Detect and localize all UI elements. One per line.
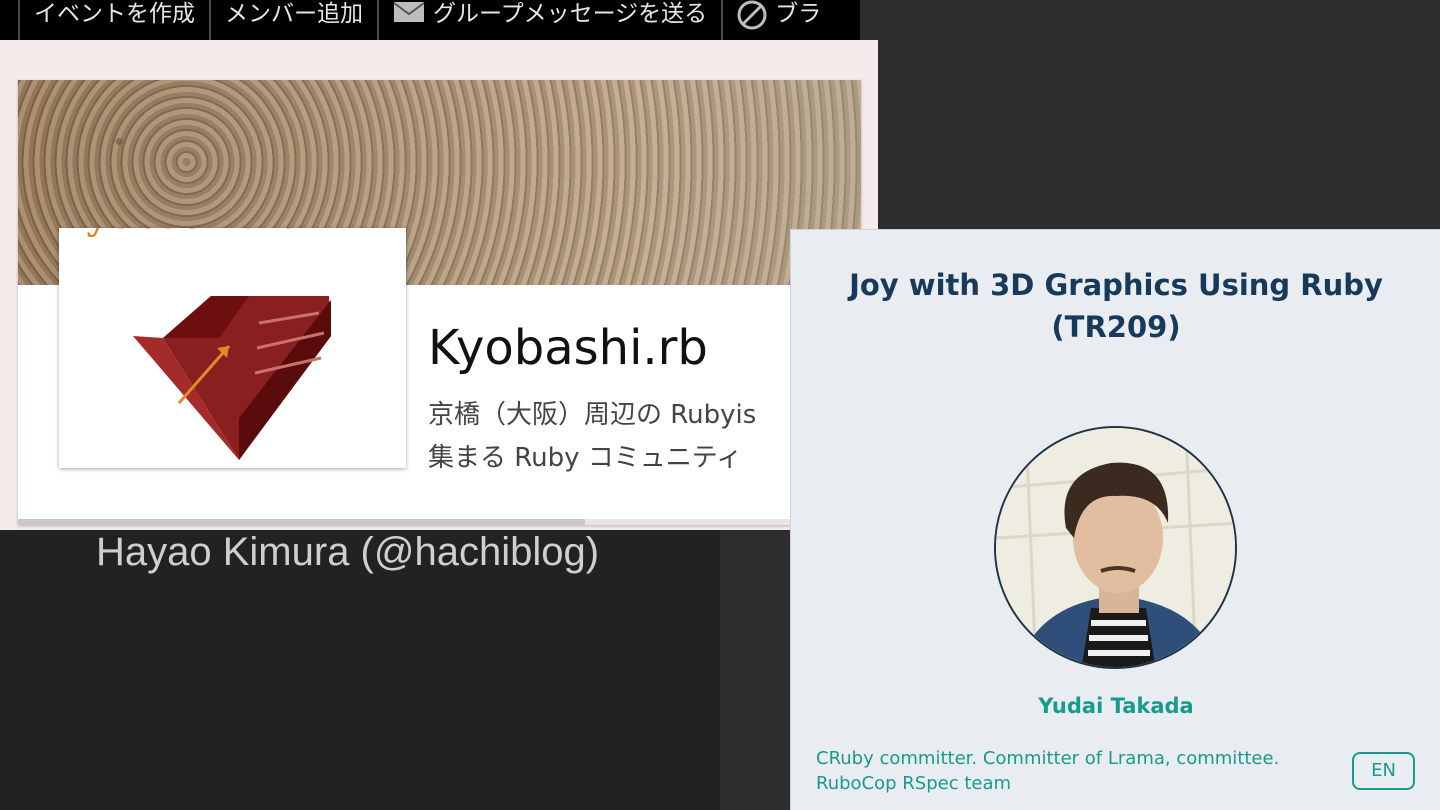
group-card: Kyobashi.rb Kyobashi.rb 京橋（大阪）周辺の Rubyis…: [18, 80, 861, 525]
mail-icon: [393, 0, 425, 31]
group-message-label: グループメッセージを送る: [433, 1, 708, 27]
block-button[interactable]: ブラ: [721, 0, 835, 40]
group-logo[interactable]: Kyobashi.rb: [59, 192, 406, 468]
block-icon: [737, 0, 767, 37]
presenter-name: Yudai Takada: [1038, 694, 1194, 718]
create-event-button[interactable]: イベントを作成: [18, 0, 209, 40]
group-description: 京橋（大阪）周辺の Rubyis 集まる Ruby コミュニティ: [428, 400, 757, 473]
talk-card: Joy with 3D Graphics Using Ruby (TR209) …: [790, 229, 1440, 810]
speaker-caption: Hayao Kimura (@hachiblog): [96, 530, 600, 574]
talk-title-line1: Joy with 3D Graphics Using Ruby: [849, 268, 1383, 302]
group-name: Kyobashi.rb: [428, 320, 708, 376]
language-badge: EN: [1352, 752, 1415, 790]
create-event-label: イベントを作成: [34, 1, 195, 27]
group-message-button[interactable]: グループメッセージを送る: [377, 0, 721, 40]
block-label: ブラ: [775, 1, 822, 27]
logo-wordmark: Kyobashi.rb: [59, 228, 299, 238]
presenter-avatar: [994, 426, 1237, 669]
card-scrollbar[interactable]: [18, 519, 861, 525]
talk-title-line2: (TR209): [1051, 310, 1181, 344]
presenter-bio: CRuby committer. Committer of Lrama, com…: [816, 748, 1280, 794]
add-member-label: メンバー追加: [225, 1, 363, 27]
group-panel: Kyobashi.rb Kyobashi.rb 京橋（大阪）周辺の Rubyis…: [0, 40, 878, 530]
add-member-button[interactable]: メンバー追加: [209, 0, 377, 40]
group-toolbar: イベントを作成 メンバー追加 グループメッセージを送る ブラ: [0, 0, 860, 40]
scrollbar-thumb[interactable]: [18, 519, 585, 525]
talk-title: Joy with 3D Graphics Using Ruby (TR209): [791, 264, 1440, 348]
